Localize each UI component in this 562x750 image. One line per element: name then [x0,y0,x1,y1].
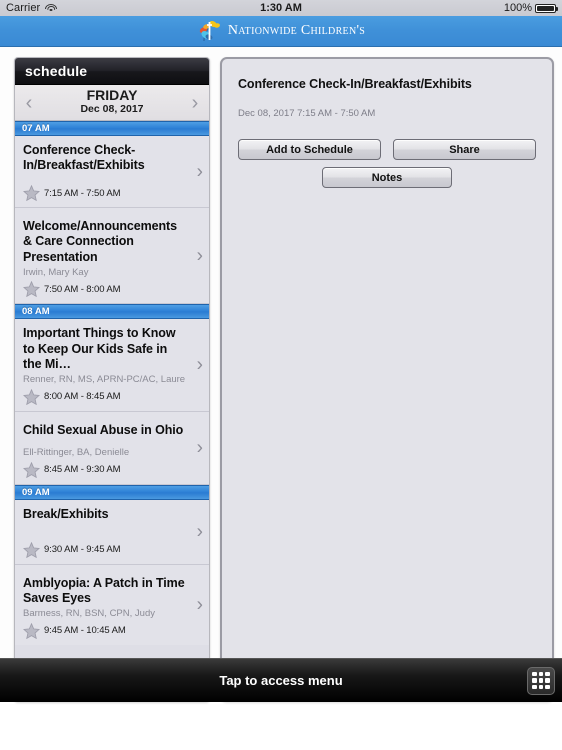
hour-header: 08 AM [15,304,209,320]
share-button[interactable]: Share [393,139,536,160]
star-outline-icon[interactable] [22,461,41,478]
session-time-row: 8:00 AM - 8:45 AM [22,388,185,405]
hour-header: 07 AM [15,121,209,136]
list-item[interactable]: Welcome/Announcements & Care Connection … [15,208,209,305]
content-area: schedule ‹ FRIDAY Dec 08, 2017 › 07 AM C… [0,47,562,702]
session-time: 9:30 AM - 9:45 AM [44,544,121,556]
day-date-label: Dec 08, 2017 [80,103,144,116]
status-bar-clock: 1:30 AM [260,2,302,14]
list-item[interactable]: Break/Exhibits 9:30 AM - 9:45 AM › [15,499,209,565]
star-outline-icon[interactable] [22,622,41,639]
brand-logo: Nationwide Children's [197,19,365,43]
session-speaker: Ell-Rittinger, BA, Denielle [23,446,130,458]
list-item[interactable]: Important Things to Know to Keep Our Kid… [15,319,209,412]
star-outline-icon[interactable] [22,185,41,202]
star-outline-icon[interactable] [22,281,41,298]
chevron-left-icon[interactable]: ‹ [15,93,43,113]
session-time: 7:50 AM - 8:00 AM [44,283,121,295]
chevron-right-icon[interactable]: › [197,438,203,457]
session-speaker: Irwin, Mary Kay [23,266,89,278]
day-name-label: FRIDAY [86,87,138,104]
day-label-group: FRIDAY Dec 08, 2017 [43,88,181,117]
session-time-row: 9:45 AM - 10:45 AM [22,622,185,639]
page-title: Conference Check-In/Breakfast/Exhibits [238,77,472,91]
session-title: Amblyopia: A Patch in Time Saves Eyes [23,575,185,605]
session-detail-panel: Conference Check-In/Breakfast/Exhibits D… [220,57,554,702]
detail-action-row: Add to Schedule Share [238,139,536,160]
session-time-row: 9:30 AM - 9:45 AM [22,541,185,558]
session-title: Break/Exhibits [23,506,109,521]
star-outline-icon[interactable] [22,388,41,405]
page-body: schedule ‹ FRIDAY Dec 08, 2017 › 07 AM C… [0,47,562,702]
session-datetime: Dec 08, 2017 7:15 AM - 7:50 AM [238,108,376,119]
list-item[interactable]: Child Sexual Abuse in Ohio Ell-Rittinger… [15,411,209,485]
schedule-sidebar: schedule ‹ FRIDAY Dec 08, 2017 › 07 AM C… [14,57,210,702]
grid-menu-icon[interactable] [527,666,555,695]
list-item[interactable]: Amblyopia: A Patch in Time Saves Eyes Ba… [15,564,209,645]
detail-action-row-secondary: Notes [238,167,536,188]
sidebar-header: schedule [15,58,209,85]
chevron-right-icon[interactable]: › [197,162,203,181]
notes-button[interactable]: Notes [322,167,452,188]
bottom-bar-label: Tap to access menu [219,673,343,688]
list-item[interactable]: Conference Check-In/Breakfast/Exhibits 7… [15,136,209,209]
add-to-schedule-button[interactable]: Add to Schedule [238,139,381,160]
session-title: Conference Check-In/Breakfast/Exhibits [23,143,145,173]
session-time: 8:00 AM - 8:45 AM [44,391,121,403]
session-time: 9:45 AM - 10:45 AM [44,625,126,637]
star-outline-icon[interactable] [22,541,41,558]
chevron-right-icon[interactable]: › [197,595,203,614]
session-speaker: Barmess, RN, BSN, CPN, Judy [23,607,155,619]
session-time-row: 7:15 AM - 7:50 AM [22,185,185,202]
chevron-right-icon[interactable]: › [181,93,209,113]
brand-logo-text: Nationwide Children's [227,23,366,38]
session-time: 8:45 AM - 9:30 AM [44,464,121,476]
battery-percent-label: 100% [503,2,532,14]
session-list[interactable]: 07 AM Conference Check-In/Breakfast/Exhi… [15,121,209,694]
status-bar: Carrier 1:30 AM 100% [0,0,562,16]
bottom-menu-bar[interactable]: Tap to access menu [0,658,562,702]
battery-full-icon [535,3,558,13]
session-title: Welcome/Announcements & Care Connection … [23,219,177,264]
status-bar-right: 100% [503,2,558,14]
chevron-right-icon[interactable]: › [197,522,203,541]
chevron-right-icon[interactable]: › [197,246,203,265]
session-time: 7:15 AM - 7:50 AM [44,187,121,199]
session-time-row: 7:50 AM - 8:00 AM [22,281,185,298]
session-time-row: 8:45 AM - 9:30 AM [22,461,185,478]
chevron-right-icon[interactable]: › [197,356,203,375]
day-navigation-bar: ‹ FRIDAY Dec 08, 2017 › [15,85,209,121]
session-title: Child Sexual Abuse in Ohio [23,422,184,437]
nationwide-childrens-logo-icon [197,19,225,43]
app-header: Nationwide Children's [0,16,562,47]
hour-header: 09 AM [15,484,209,500]
session-title: Important Things to Know to Keep Our Kid… [23,326,176,371]
session-speaker: Renner, RN, MS, APRN-PC/AC, Lauren, W… [23,373,185,385]
